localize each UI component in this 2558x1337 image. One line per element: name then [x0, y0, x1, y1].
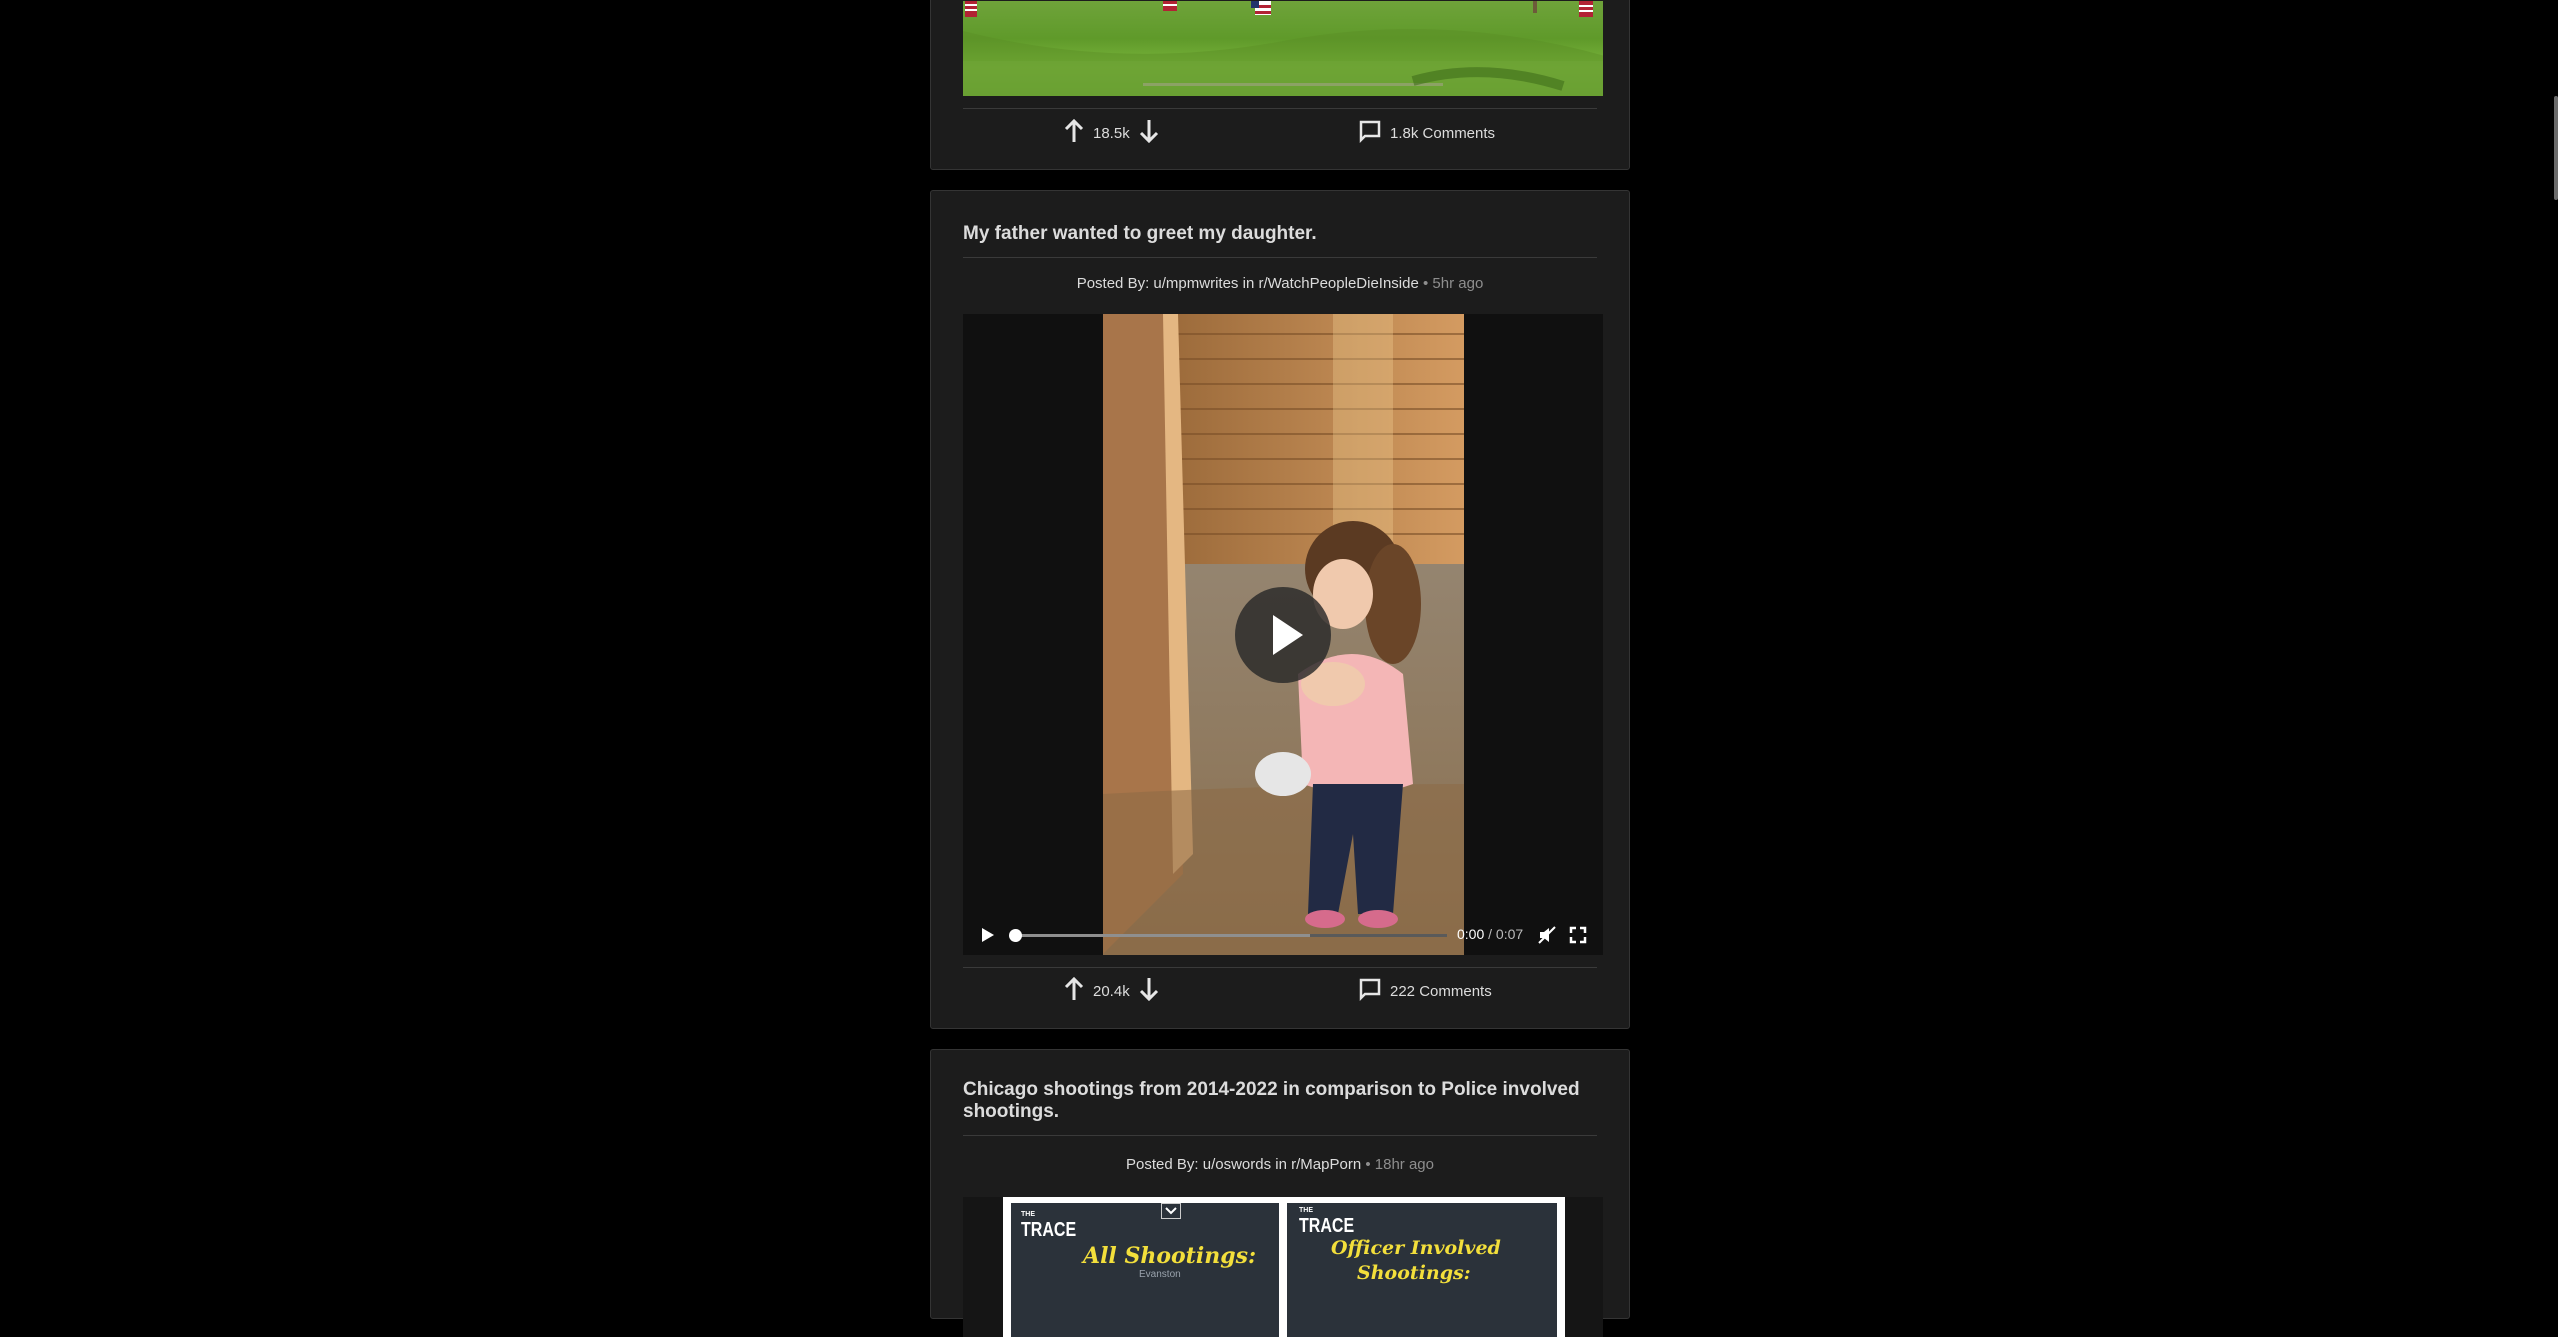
video-play-button[interactable]	[977, 925, 997, 945]
post-1-divider	[963, 108, 1597, 109]
map-left-place: Evanston	[1139, 1269, 1181, 1280]
post-3-title-divider	[963, 1135, 1597, 1136]
speaker-muted-icon	[1538, 926, 1556, 944]
upvote-arrow-icon[interactable]	[1063, 976, 1085, 1005]
post-2-title[interactable]: My father wanted to greet my daughter.	[963, 223, 1597, 245]
video-progress-handle[interactable]	[1009, 929, 1022, 942]
post-3-subreddit-link[interactable]: r/MapPorn	[1291, 1156, 1361, 1173]
post-card-1: 18.5k 1.8k Comments	[930, 0, 1630, 170]
post-2-age: • 5hr ago	[1423, 275, 1484, 292]
map-left-brand: TRACE	[1021, 1219, 1077, 1241]
map-right-brand-small: THE	[1299, 1207, 1313, 1214]
in-word: in	[1242, 275, 1255, 292]
grass-flags-illustration	[963, 1, 1603, 96]
downvote-arrow-icon[interactable]	[1138, 119, 1160, 147]
video-controls: 0:00 / 0:07	[963, 915, 1603, 955]
page-scrollbar-thumb[interactable]	[2554, 96, 2558, 200]
post-2-divider	[963, 967, 1597, 968]
post-3-author-link[interactable]: u/oswords	[1203, 1156, 1271, 1173]
post-1-vote-group: 18.5k	[1063, 118, 1160, 147]
posted-by-prefix: Posted By:	[1126, 1156, 1199, 1173]
post-2-actions: 20.4k 222 Comments	[963, 976, 1597, 1005]
video-big-play-button[interactable]	[1235, 587, 1331, 683]
post-1-image[interactable]	[963, 1, 1603, 96]
posted-by-prefix: Posted By:	[1076, 275, 1150, 292]
video-progress-bar[interactable]	[1009, 929, 1447, 942]
map-panel-right: THE TRACE Officer Involved Shootings:	[1287, 1203, 1557, 1337]
page-scrollbar[interactable]	[2550, 0, 2558, 1304]
post-2-meta: Posted By: u/mpmwrites in r/WatchPeopleD…	[931, 275, 1629, 292]
post-3-meta: Posted By: u/oswords in r/MapPorn • 18hr…	[931, 1156, 1629, 1173]
post-2-comments-link[interactable]: 222 Comments	[1358, 977, 1492, 1005]
video-fullscreen-button[interactable]	[1568, 925, 1588, 945]
map-panel-left: THE TRACE All Shootings: Evanston	[1011, 1203, 1279, 1337]
video-time: 0:00 / 0:07	[1457, 926, 1523, 942]
post-2-author-link[interactable]: u/mpmwrites	[1153, 275, 1238, 292]
video-time-current: 0:00	[1457, 926, 1485, 942]
video-mute-button[interactable]	[1537, 925, 1557, 945]
post-3-image[interactable]: THE TRACE All Shootings: Evanston THE TR…	[963, 1197, 1603, 1337]
play-icon	[1273, 615, 1303, 655]
post-2-title-divider	[963, 257, 1597, 258]
map-left-heading: All Shootings:	[1083, 1243, 1257, 1269]
downvote-arrow-icon[interactable]	[1138, 977, 1160, 1005]
post-1-comments-label: 1.8k Comments	[1390, 124, 1496, 142]
map-right-heading-line2: Shootings:	[1357, 1262, 1471, 1284]
post-card-2: My father wanted to greet my daughter. P…	[930, 190, 1630, 1029]
post-2-comments-label: 222 Comments	[1390, 982, 1492, 1000]
post-1-actions: 18.5k 1.8k Comments	[963, 118, 1597, 147]
map-left-brand-small: THE	[1021, 1211, 1035, 1218]
in-word: in	[1275, 1156, 1287, 1173]
upvote-arrow-icon[interactable]	[1063, 118, 1085, 147]
post-2-subreddit-link[interactable]: r/WatchPeopleDieInside	[1258, 275, 1418, 292]
map-right-brand: TRACE	[1299, 1215, 1355, 1237]
video-progress-buffered	[1015, 934, 1310, 937]
video-time-separator: /	[1488, 926, 1493, 942]
post-3-title[interactable]: Chicago shootings from 2014-2022 in comp…	[963, 1079, 1597, 1123]
post-1-comments-link[interactable]: 1.8k Comments	[1358, 119, 1495, 147]
fullscreen-icon	[1569, 926, 1587, 944]
post-3-age: • 18hr ago	[1365, 1156, 1434, 1173]
post-2-vote-group: 20.4k	[1063, 976, 1160, 1005]
post-1-vote-count: 18.5k	[1093, 124, 1130, 142]
map-right-heading-line1: Officer Involved	[1331, 1237, 1501, 1259]
post-card-3: Chicago shootings from 2014-2022 in comp…	[930, 1049, 1630, 1337]
post-2-vote-count: 20.4k	[1093, 982, 1130, 1000]
small-play-icon	[982, 928, 994, 942]
comment-bubble-icon	[1358, 977, 1382, 1005]
post-2-video-player[interactable]: 0:00 / 0:07	[963, 314, 1603, 955]
map-image-frame: THE TRACE All Shootings: Evanston THE TR…	[1003, 1197, 1565, 1337]
video-time-total: 0:07	[1495, 926, 1524, 942]
chevron-down-icon[interactable]	[1161, 1203, 1181, 1219]
comment-bubble-icon	[1358, 119, 1382, 147]
